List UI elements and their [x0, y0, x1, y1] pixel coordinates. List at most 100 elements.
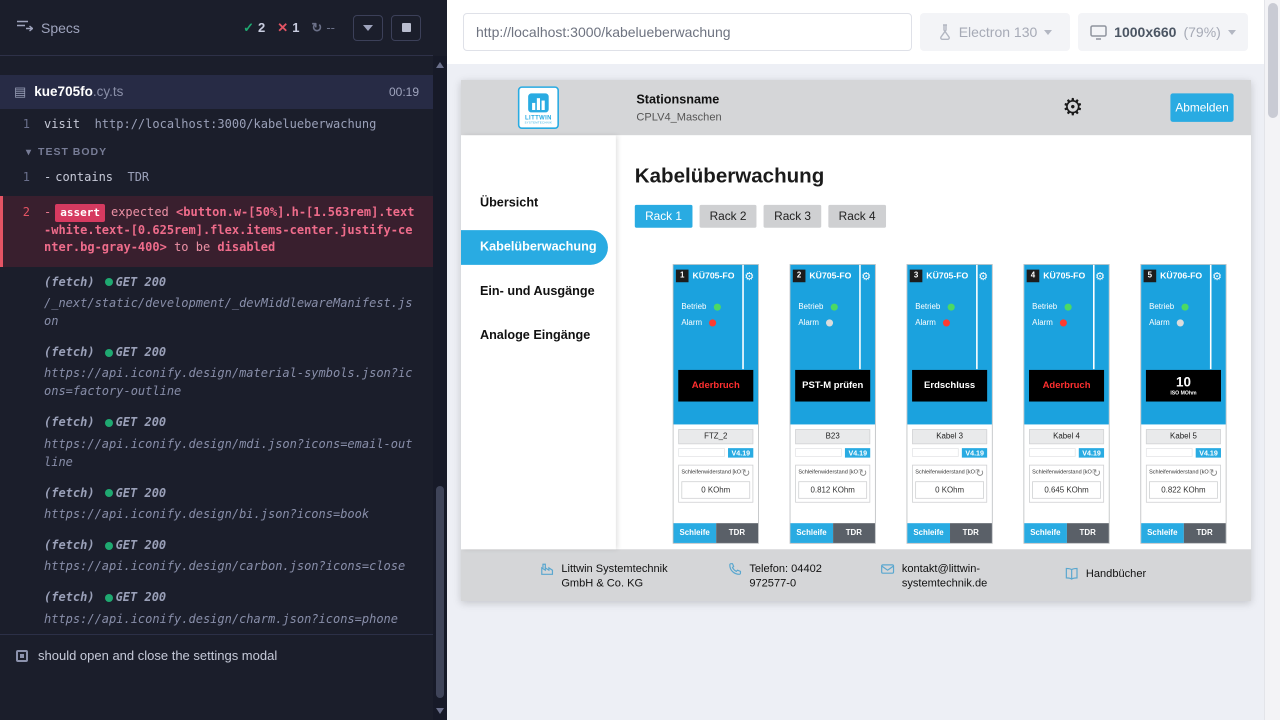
resistance-value: 0.822 KOhm	[1149, 481, 1218, 498]
success-dot-icon	[105, 594, 113, 602]
footer-item[interactable]: kontakt@littwin-systemtechnik.de	[880, 561, 1028, 590]
card-title: KÜ705-FO	[809, 271, 859, 280]
rack-tab-rack-1[interactable]: Rack 1	[634, 205, 691, 228]
command-name: visit	[44, 117, 80, 131]
test-body-header[interactable]: ▾ TEST BODY	[0, 138, 433, 164]
gear-icon[interactable]: ⚙	[1209, 270, 1223, 281]
footer-item[interactable]: Littwin Systemtechnik GmbH & Co. KG	[540, 561, 692, 590]
stat-failed: ✕1	[277, 20, 299, 36]
card-number: 1	[675, 269, 688, 282]
card-number: 3	[909, 269, 922, 282]
betrieb-led	[830, 304, 837, 311]
rack-tab-rack-3[interactable]: Rack 3	[763, 205, 820, 228]
scroll-up-arrow[interactable]	[436, 62, 444, 68]
footer-item[interactable]: Handbücher	[1064, 566, 1146, 584]
browser-select[interactable]: Electron 130	[920, 13, 1070, 51]
device-cards: 1 KÜ705-FO ⚙ Betrieb Alarm Aderbruch FTZ…	[672, 264, 1250, 544]
rack-tab-rack-2[interactable]: Rack 2	[699, 205, 756, 228]
refresh-icon[interactable]: ↻	[741, 468, 750, 478]
schleife-button[interactable]: Schleife	[790, 523, 832, 543]
reporter-panel: Specs ✓2 ✕1 ↻-- ▤ kue705fo.cy.ts 00:19 1…	[0, 0, 433, 720]
reporter-header: Specs ✓2 ✕1 ↻--	[0, 0, 433, 56]
tdr-button[interactable]: TDR	[949, 523, 991, 543]
schleife-button[interactable]: Schleife	[1141, 523, 1183, 543]
betrieb-label: Betrieb	[1149, 303, 1174, 312]
alarm-label: Alarm	[681, 319, 702, 328]
url-input[interactable]: http://localhost:3000/kabelueberwachung	[463, 13, 912, 51]
logout-button[interactable]: Abmelden	[1170, 93, 1233, 121]
schleife-button[interactable]: Schleife	[673, 523, 715, 543]
sidebar-nav-item-analoge-eing-nge[interactable]: Analoge Eingänge	[461, 319, 616, 354]
collapse-button[interactable]	[353, 15, 383, 41]
gear-icon[interactable]: ⚙	[1093, 270, 1107, 281]
rack-tabs: Rack 1 Rack 2 Rack 3 Rack 4	[634, 205, 1250, 228]
spec-file-header[interactable]: ▤ kue705fo.cy.ts 00:19	[0, 75, 433, 109]
alarm-label: Alarm	[915, 319, 936, 328]
version-badge: V4.19	[728, 448, 753, 457]
sidebar-nav-item--bersicht[interactable]: Übersicht	[461, 186, 616, 221]
sidebar-nav-item-ein-und-ausg-nge[interactable]: Ein- und Ausgänge	[461, 274, 616, 309]
spec-extension: .cy.ts	[93, 84, 124, 99]
next-test-row[interactable]: should open and close the settings modal	[0, 634, 433, 676]
resistance-label: Schleifenwiderstand [kOhm]	[1149, 468, 1209, 475]
tdr-button[interactable]: TDR	[832, 523, 874, 543]
tdr-button[interactable]: TDR	[715, 523, 757, 543]
gear-icon[interactable]: ⚙	[742, 270, 756, 281]
schleife-button[interactable]: Schleife	[1024, 523, 1066, 543]
tdr-button[interactable]: TDR	[1183, 523, 1225, 543]
footer-text: Telefon: 04402 972577-0	[749, 561, 844, 590]
resistance-value: 0.812 KOhm	[798, 481, 867, 498]
scrollbar-thumb[interactable]	[436, 486, 444, 698]
littwin-logo-mark	[528, 93, 549, 112]
refresh-icon[interactable]: ↻	[858, 468, 867, 478]
network-log-row[interactable]: (fetch) GET 200 https://api.iconify.desi…	[0, 407, 433, 477]
visit-command-row[interactable]: 1 visit http://localhost:3000/kabelueber…	[0, 111, 433, 138]
success-dot-icon	[105, 542, 113, 550]
sidebar-nav-item-kabel-berwachung[interactable]: Kabelüberwachung	[461, 230, 608, 265]
fetch-status: GET 200	[116, 344, 167, 361]
success-dot-icon	[105, 419, 113, 427]
settings-gear-icon[interactable]: ⚙	[1062, 96, 1083, 120]
specs-list-icon[interactable]	[16, 19, 33, 37]
refresh-icon[interactable]: ↻	[1209, 468, 1218, 478]
network-log-row[interactable]: (fetch) GET 200 https://api.iconify.desi…	[0, 582, 433, 634]
status-text: PST-M prüfen	[802, 381, 863, 391]
refresh-icon[interactable]: ↻	[1092, 468, 1101, 478]
footer-text: Handbücher	[1085, 566, 1145, 580]
assert-expected-state: disabled	[217, 240, 275, 254]
network-log-row[interactable]: (fetch) GET 200 https://api.iconify.desi…	[0, 337, 433, 407]
scrollbar-thumb[interactable]	[1268, 3, 1278, 118]
network-log-row[interactable]: (fetch) GET 200 /_next/static/developmen…	[0, 267, 433, 337]
contains-command-row[interactable]: 1 -contains TDR	[0, 164, 433, 191]
network-log-row[interactable]: (fetch) GET 200 https://api.iconify.desi…	[0, 478, 433, 530]
stop-button[interactable]	[391, 15, 421, 41]
gear-icon[interactable]: ⚙	[859, 270, 873, 281]
monitor-icon	[1090, 25, 1107, 40]
rack-tab-rack-4[interactable]: Rack 4	[828, 205, 885, 228]
page-scrollbar[interactable]	[1264, 0, 1280, 720]
alarm-label: Alarm	[1149, 319, 1170, 328]
fetch-label: (fetch)	[44, 485, 95, 502]
chevron-down-icon	[363, 25, 373, 31]
command-arg: http://localhost:3000/kabelueberwachung	[95, 117, 377, 131]
footer-item[interactable]: Telefon: 04402 972577-0	[728, 561, 844, 590]
refresh-icon[interactable]: ↻	[975, 468, 984, 478]
viewport-display[interactable]: 1000x660 (79%)	[1078, 13, 1248, 51]
failed-assert-row[interactable]: 2 -assertexpected <button.w-[50%].h-[1.5…	[0, 196, 433, 267]
fetch-label: (fetch)	[44, 589, 95, 606]
app-header: LITTWIN SYSTEMTECHNIK Stationsname CPLV4…	[461, 80, 1251, 135]
alarm-led	[826, 319, 833, 326]
tdr-button[interactable]: TDR	[1066, 523, 1108, 543]
station-label: Stationsname	[636, 93, 721, 107]
card-number: 5	[1143, 269, 1156, 282]
betrieb-label: Betrieb	[915, 303, 940, 312]
cable-label: Kabel 3	[912, 429, 987, 444]
specs-label[interactable]: Specs	[41, 20, 80, 36]
schleife-button[interactable]: Schleife	[907, 523, 949, 543]
reporter-scrollbar[interactable]	[433, 0, 447, 720]
scroll-down-arrow[interactable]	[436, 708, 444, 714]
network-log-row[interactable]: (fetch) GET 200 https://api.iconify.desi…	[0, 530, 433, 582]
command-log: 1 visit http://localhost:3000/kabelueber…	[0, 109, 433, 634]
fetch-label: (fetch)	[44, 344, 95, 361]
gear-icon[interactable]: ⚙	[976, 270, 990, 281]
